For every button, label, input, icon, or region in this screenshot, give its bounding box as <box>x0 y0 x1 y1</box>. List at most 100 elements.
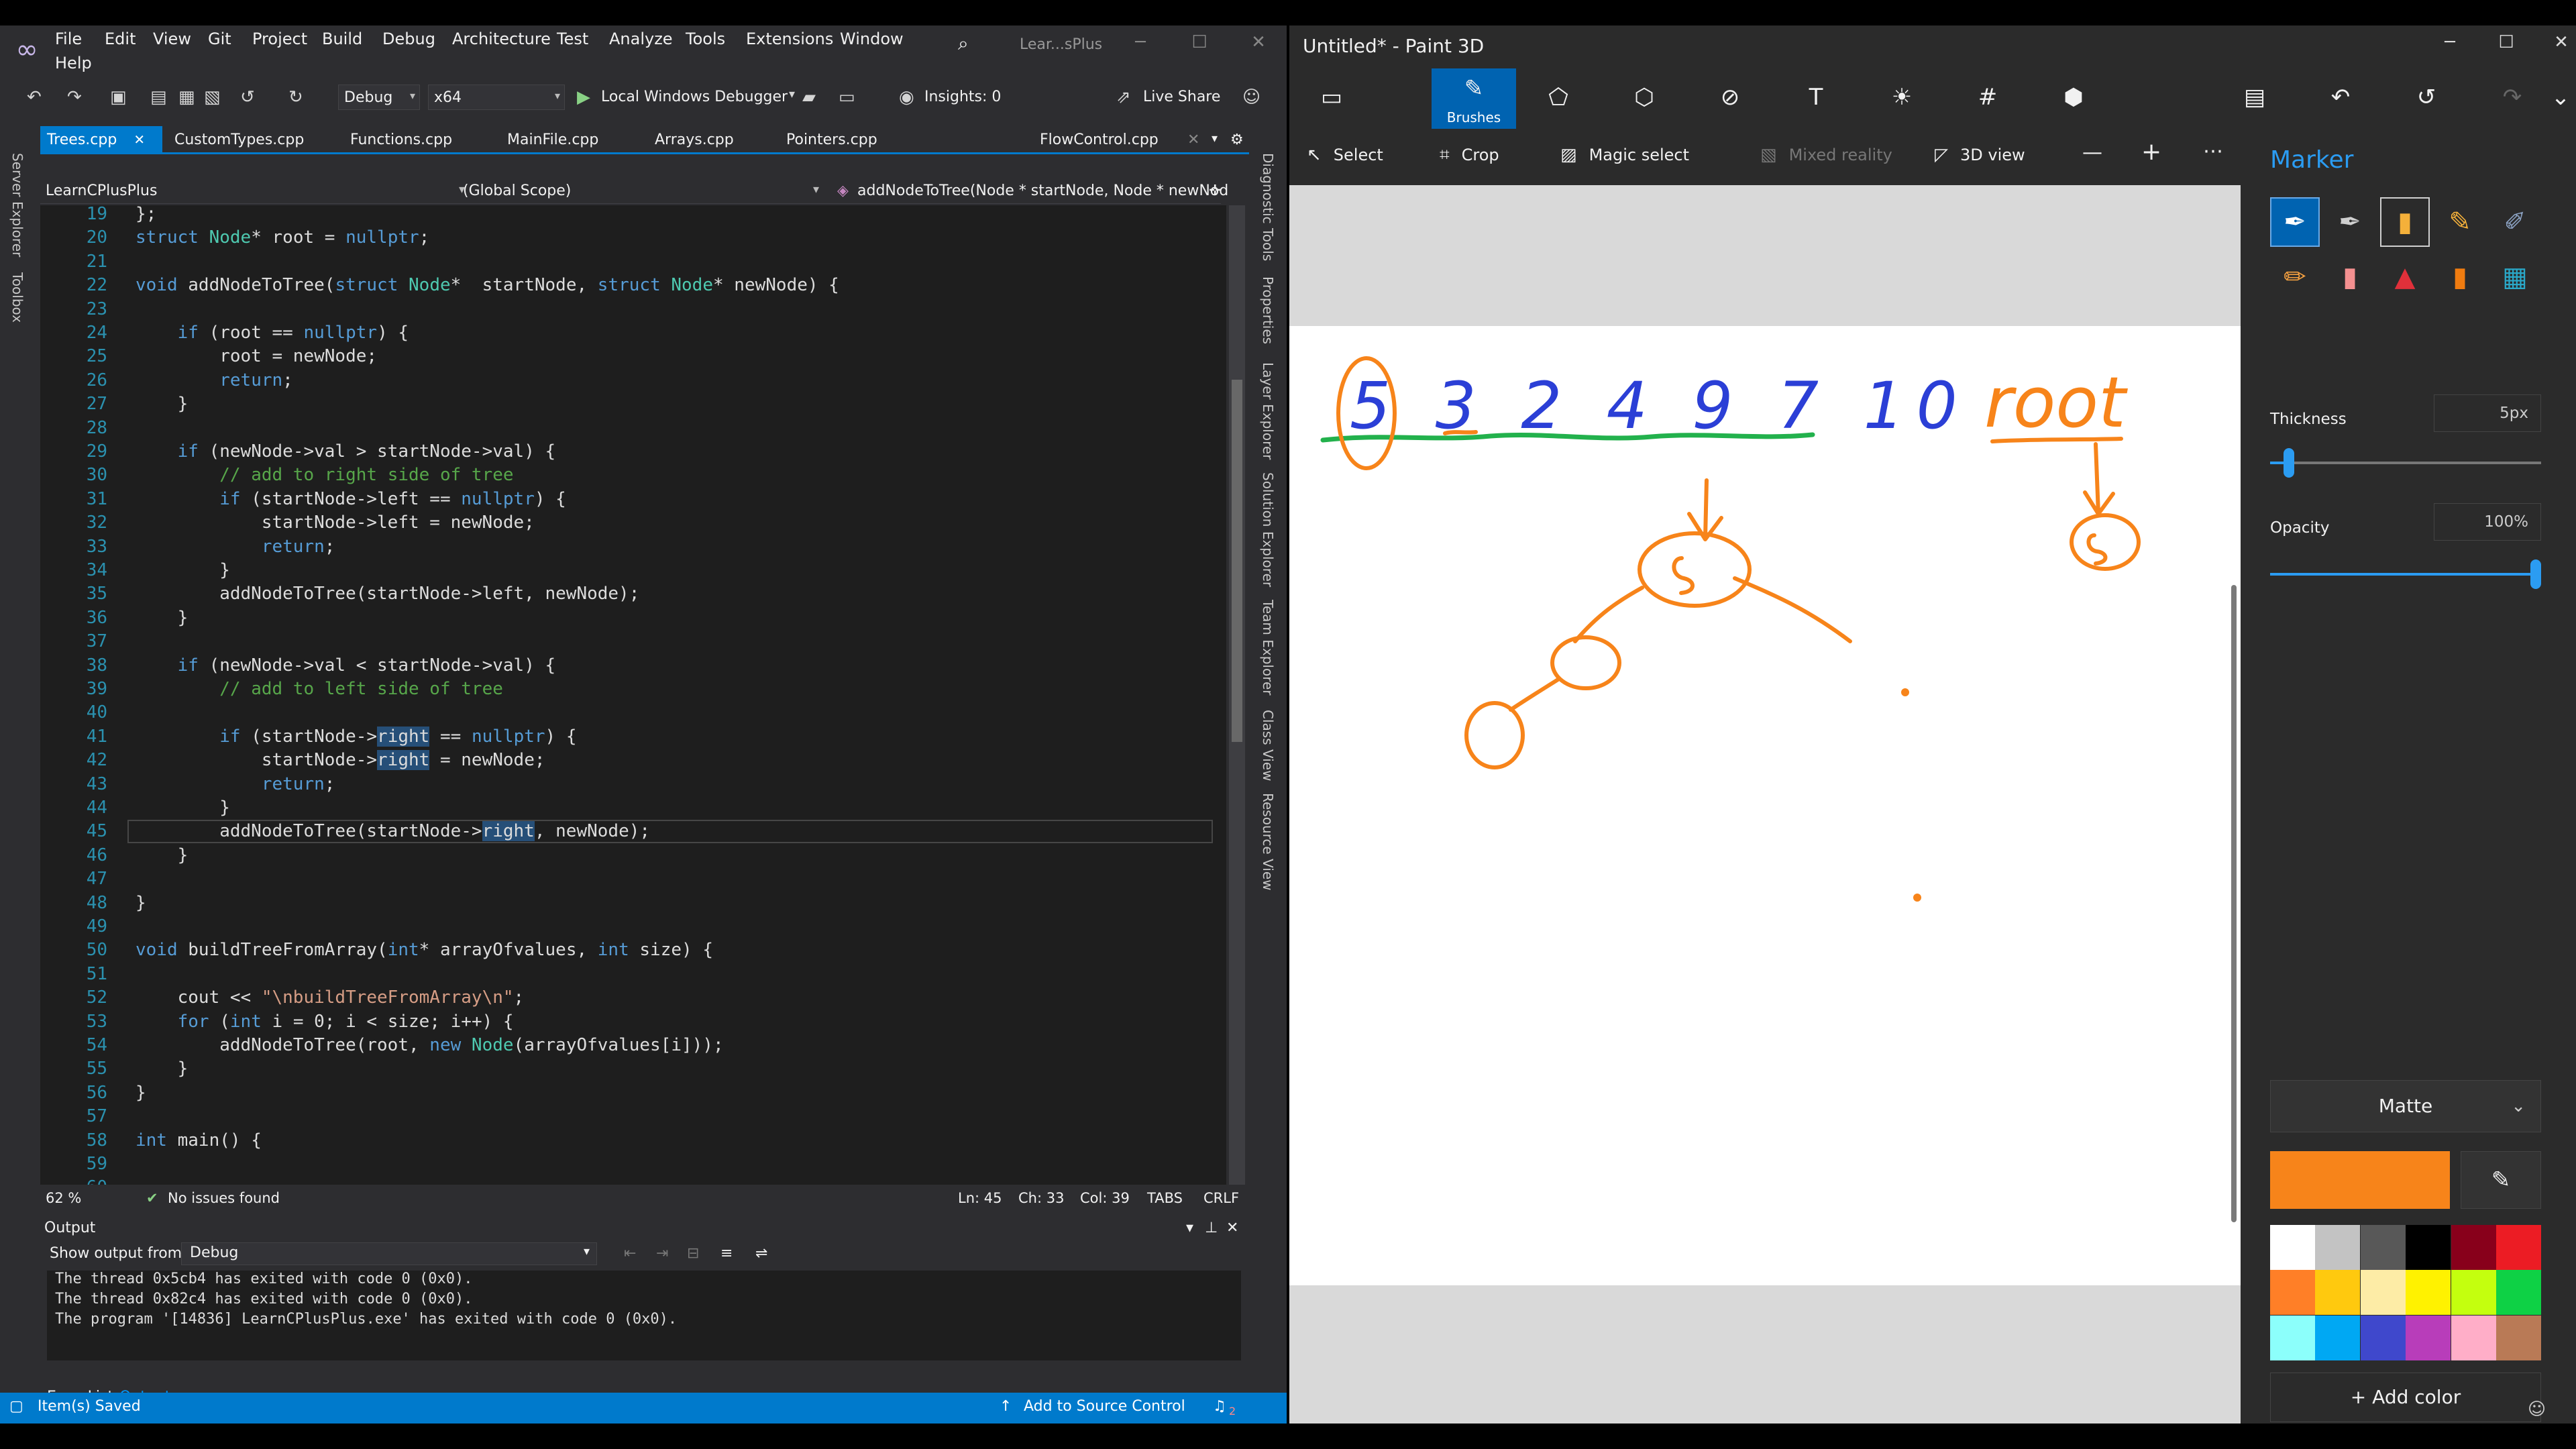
3d-view-button[interactable]: ◸ 3D view <box>1935 145 2025 165</box>
paste-icon[interactable]: ▤ <box>2212 68 2297 129</box>
minimize-icon[interactable]: ─ <box>1120 32 1161 52</box>
current-color-swatch[interactable] <box>2270 1151 2450 1209</box>
code-line[interactable]: 24 if (root == nullptr) { <box>40 321 1221 345</box>
start-debugger-button[interactable]: Local Windows Debugger <box>601 89 788 105</box>
code-line[interactable]: 44 } <box>40 796 1221 820</box>
back-icon[interactable]: ↶ <box>27 87 42 107</box>
pixel-pen-icon[interactable]: ✐ <box>2490 197 2540 247</box>
pencil-icon[interactable]: ✏ <box>2270 252 2320 302</box>
gear-icon[interactable]: ⚙ <box>1224 126 1250 153</box>
color-swatch[interactable] <box>2496 1315 2541 1360</box>
close-tab-icon[interactable]: ✕ <box>133 131 145 148</box>
split-editor-icon[interactable]: ✛ <box>1209 182 1221 199</box>
feedback-icon[interactable]: ☺ <box>1242 87 1260 107</box>
code-line[interactable]: 23 <box>40 298 1221 321</box>
code-line[interactable]: 28 <box>40 417 1221 440</box>
opacity-input[interactable]: 100% <box>2434 503 2541 541</box>
code-line[interactable]: 27 } <box>40 392 1221 416</box>
opacity-slider-thumb[interactable] <box>2530 559 2541 589</box>
tab-flowcontrol-cpp[interactable]: FlowControl.cpp <box>1033 126 1165 153</box>
maximize-icon[interactable]: ☐ <box>2486 32 2526 52</box>
color-swatch[interactable] <box>2315 1225 2361 1270</box>
stickers-icon[interactable]: ⊘ <box>1688 68 1772 129</box>
code-line[interactable]: 46 } <box>40 844 1221 867</box>
tab-pointers-cpp[interactable]: Pointers.cpp <box>780 126 884 153</box>
feedback-icon[interactable]: ☺ <box>2528 1399 2546 1419</box>
history-icon[interactable]: ↺ <box>2384 68 2469 129</box>
pin-icon[interactable]: ⊥ <box>1205 1220 1218 1236</box>
crop-button[interactable]: ⌗ Crop <box>1440 145 1499 166</box>
code-line[interactable]: 49 <box>40 915 1221 938</box>
code-line[interactable]: 53 for (int i = 0; i < size; i++) { <box>40 1010 1221 1034</box>
finish-dropdown[interactable]: Matte ⌄ <box>2270 1080 2541 1132</box>
drawing-canvas[interactable]: 5 3 2 4 9 7 10 root <box>1289 326 2241 1285</box>
toolbox-tab[interactable]: Toolbox <box>9 272 25 323</box>
code-line[interactable]: 20 struct Node* root = nullptr; <box>40 226 1221 250</box>
canvas-vertical-scrollbar[interactable] <box>2231 585 2237 1222</box>
code-line[interactable]: 33 return; <box>40 535 1221 559</box>
undo-icon[interactable]: ↺ <box>240 87 255 107</box>
find-next-icon[interactable]: ⇥ <box>656 1245 668 1262</box>
code-line[interactable]: 45 addNodeToTree(startNode->right, newNo… <box>40 820 1221 843</box>
color-swatch[interactable] <box>2451 1270 2496 1316</box>
code-line[interactable]: 21 <box>40 250 1221 274</box>
platform-dropdown[interactable]: x64 ▾ <box>428 85 565 110</box>
menu-edit[interactable]: Edit <box>105 30 136 48</box>
fill-bucket-icon[interactable]: ▦ <box>2490 252 2540 302</box>
code-line[interactable]: 38 if (newNode->val < startNode->val) { <box>40 654 1221 678</box>
code-line[interactable]: 56} <box>40 1081 1221 1105</box>
output-text[interactable]: The thread 0x5cb4 has exited with code 0… <box>47 1271 1241 1360</box>
mixed-reality-button[interactable]: ▧ Mixed reality <box>1760 145 1892 165</box>
code-line[interactable]: 43 return; <box>40 773 1221 796</box>
canvas-icon[interactable]: # <box>1945 68 2030 129</box>
thickness-slider[interactable] <box>2270 448 2541 478</box>
project-dropdown[interactable]: LearnCPlusPlus <box>46 182 157 199</box>
menu-build[interactable]: Build <box>322 30 362 48</box>
marker-brush-icon[interactable]: ✒ <box>2270 197 2320 247</box>
thickness-slider-thumb[interactable] <box>2283 448 2294 478</box>
menu-debug[interactable]: Debug <box>382 30 435 48</box>
effects-icon[interactable]: ☀ <box>1860 68 1944 129</box>
code-line[interactable]: 47 <box>40 867 1221 891</box>
bell-icon[interactable]: ♫ <box>1213 1398 1226 1415</box>
color-swatch[interactable] <box>2270 1225 2315 1270</box>
3d-library-icon[interactable]: ⬢ <box>2031 68 2116 129</box>
toggle-wrap-icon[interactable]: ⇌ <box>755 1245 767 1262</box>
code-line[interactable]: 55 } <box>40 1057 1221 1081</box>
menu-project[interactable]: Project <box>252 30 307 48</box>
code-editor[interactable]: 19}; 20 struct Node* root = nullptr; 21 22 vo… <box>40 205 1226 1185</box>
brushes-tool[interactable]: ✎ Brushes <box>1432 68 1516 129</box>
editor-vertical-scrollbar[interactable] <box>1229 205 1245 1185</box>
code-line[interactable]: 42 startNode->right = newNode; <box>40 749 1221 772</box>
oil-brush-icon[interactable]: ▮ <box>2380 197 2430 247</box>
code-line[interactable]: 39 // add to left side of tree <box>40 678 1221 701</box>
color-swatch[interactable] <box>2270 1270 2315 1316</box>
redo-icon[interactable]: ↻ <box>288 87 303 107</box>
open-file-icon[interactable]: ▤ <box>150 87 167 107</box>
forward-icon[interactable]: ↷ <box>67 87 82 107</box>
new-project-icon[interactable]: ▣ <box>110 87 127 107</box>
issues-status[interactable]: No issues found <box>168 1190 280 1206</box>
code-line[interactable]: 35 addNodeToTree(startNode->left, newNod… <box>40 582 1221 606</box>
play-icon[interactable]: ▶ <box>577 87 590 107</box>
code-line[interactable]: 22 void addNodeToTree(struct Node* startN… <box>40 274 1221 297</box>
tab-trees-cpp[interactable]: Trees.cpp ✕ <box>40 126 162 153</box>
insights-counter[interactable]: Insights: 0 <box>924 89 1001 105</box>
code-line[interactable]: 54 addNodeToTree(root, new Node(arrayOfv… <box>40 1034 1221 1057</box>
browser-icon[interactable]: ▭ <box>839 87 855 107</box>
live-share-button[interactable]: Live Share <box>1143 89 1220 105</box>
watercolor-icon[interactable]: ✎ <box>2435 197 2485 247</box>
code-line[interactable]: 50 void buildTreeFromArray(int* arrayOfva… <box>40 938 1221 962</box>
zoom-out-icon[interactable]: — <box>2082 141 2102 164</box>
color-swatch[interactable] <box>2406 1225 2451 1270</box>
color-swatch[interactable] <box>2360 1225 2406 1270</box>
thickness-input[interactable]: 5px <box>2434 394 2541 432</box>
color-swatch[interactable] <box>2451 1315 2496 1360</box>
menu-test[interactable]: Test <box>557 30 588 48</box>
code-line[interactable]: 30 // add to right side of tree <box>40 464 1221 487</box>
select-button[interactable]: ↖ Select <box>1307 145 1383 165</box>
chevron-down-icon[interactable]: ▾ <box>813 182 819 197</box>
code-line[interactable]: 37 <box>40 630 1221 653</box>
color-swatch[interactable] <box>2406 1270 2451 1316</box>
close-icon[interactable]: ✕ <box>2541 32 2576 52</box>
